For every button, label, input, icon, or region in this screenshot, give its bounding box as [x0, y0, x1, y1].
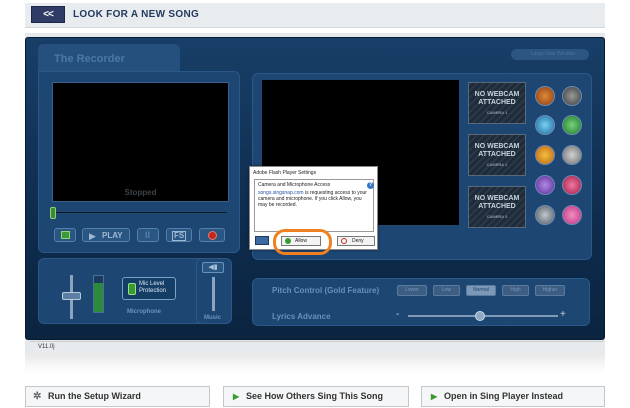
gear-icon: ✲: [33, 391, 42, 402]
avatar-10[interactable]: [562, 205, 582, 225]
avatar-6[interactable]: [562, 145, 582, 165]
camera-slot-3[interactable]: NO WEBCAM ATTACHED CAMERA 3: [468, 186, 526, 228]
recorder-title: The Recorder: [38, 44, 180, 72]
see-others-button[interactable]: ▶ See How Others Sing This Song: [223, 386, 409, 407]
pitch-higher-button[interactable]: Higher: [535, 285, 565, 296]
status-text: Stopped: [124, 188, 157, 197]
camera-1-text: NO WEBCAM ATTACHED: [474, 91, 520, 106]
play-icon: ▶: [89, 231, 96, 241]
setup-wizard-label: Run the Setup Wizard: [48, 391, 141, 401]
monitor-icon[interactable]: [255, 236, 269, 245]
seek-bar[interactable]: [53, 211, 228, 214]
record-icon: [208, 231, 217, 240]
see-others-label: See How Others Sing This Song: [246, 391, 384, 401]
seek-handle[interactable]: [50, 207, 56, 219]
large-view-toggle[interactable]: Large User Window: [511, 49, 589, 60]
fs-label: FS: [172, 231, 187, 241]
mic-level-protection-toggle[interactable]: Mic Level Protection: [122, 277, 176, 300]
pitch-control-label: Pitch Control (Gold Feature): [272, 286, 380, 295]
app-shadow: [25, 353, 605, 373]
look-for-new-song-link[interactable]: LOOK FOR A NEW SONG: [73, 9, 199, 20]
avatar-4[interactable]: [562, 115, 582, 135]
dialog-title: Adobe Flash Player Settings: [253, 170, 317, 176]
stop-icon: [61, 231, 70, 239]
open-sing-player-label: Open in Sing Player Instead: [444, 391, 564, 401]
top-bar: << LOOK FOR A NEW SONG: [25, 3, 605, 28]
lyrics-slider-handle[interactable]: [475, 311, 485, 321]
dialog-content: Camera and Microphone Access ? songs.sin…: [254, 179, 374, 232]
open-sing-player-button[interactable]: ▶ Open in Sing Player Instead: [421, 386, 605, 407]
avatar-7[interactable]: [535, 175, 555, 195]
play-label: PLAY: [102, 231, 123, 240]
dialog-heading: Camera and Microphone Access: [258, 182, 331, 188]
music-label: Music: [204, 315, 222, 321]
lyrics-minus[interactable]: -: [396, 309, 399, 320]
mic-level-meter: [93, 275, 104, 313]
allow-highlight-ring: [273, 229, 332, 255]
camera-1-name: CAMERA 1: [486, 110, 508, 115]
dialog-message: songs.singsnap.com is requesting access …: [258, 190, 370, 208]
pitch-normal-button[interactable]: Normal: [466, 285, 496, 296]
fullscreen-button[interactable]: FS: [166, 228, 192, 242]
camera-slot-1[interactable]: NO WEBCAM ATTACHED CAMERA 1: [468, 82, 526, 124]
pitch-lower-button[interactable]: Lower: [397, 285, 427, 296]
stop-button[interactable]: [54, 228, 76, 242]
lyrics-plus[interactable]: +: [560, 309, 566, 320]
video-preview: [52, 82, 229, 202]
version-label: V11.0j: [30, 341, 604, 353]
camera-2-text: NO WEBCAM ATTACHED: [474, 143, 520, 158]
camera-2-name: CAMERA 2: [486, 162, 508, 167]
deny-button[interactable]: Deny: [337, 236, 375, 246]
mic-volume-handle[interactable]: [62, 292, 81, 300]
play-arrow-icon: ▶: [431, 392, 438, 401]
play-button[interactable]: ▶ PLAY: [82, 228, 130, 242]
help-icon[interactable]: ?: [367, 182, 374, 189]
avatar-3[interactable]: [535, 115, 555, 135]
pitch-low-button[interactable]: Low: [433, 285, 460, 296]
play-arrow-icon: ▶: [233, 392, 240, 401]
avatar-1[interactable]: [535, 86, 555, 106]
setup-wizard-button[interactable]: ✲ Run the Setup Wizard: [25, 386, 210, 407]
avatar-5[interactable]: [535, 145, 555, 165]
microphone-label: Microphone: [127, 309, 161, 315]
back-button[interactable]: <<: [31, 6, 65, 23]
deny-icon: [341, 238, 347, 244]
pause-button[interactable]: II: [137, 228, 159, 242]
lyrics-advance-label: Lyrics Advance: [272, 312, 331, 321]
speaker-icon[interactable]: ◀▮: [202, 262, 224, 273]
mic-level-label: Mic Level Protection: [139, 281, 167, 294]
avatar-9[interactable]: [535, 205, 555, 225]
pitch-high-button[interactable]: High: [502, 285, 529, 296]
camera-3-name: CAMERA 3: [486, 214, 508, 219]
avatar-8[interactable]: [562, 175, 582, 195]
music-volume-track: [212, 277, 215, 311]
camera-3-text: NO WEBCAM ATTACHED: [474, 195, 520, 210]
pause-icon: II: [145, 230, 151, 240]
avatar-2[interactable]: [562, 86, 582, 106]
camera-slot-2[interactable]: NO WEBCAM ATTACHED CAMERA 2: [468, 134, 526, 176]
toggle-indicator: [128, 283, 136, 295]
record-button[interactable]: [199, 228, 225, 242]
deny-label: Deny: [352, 238, 364, 244]
